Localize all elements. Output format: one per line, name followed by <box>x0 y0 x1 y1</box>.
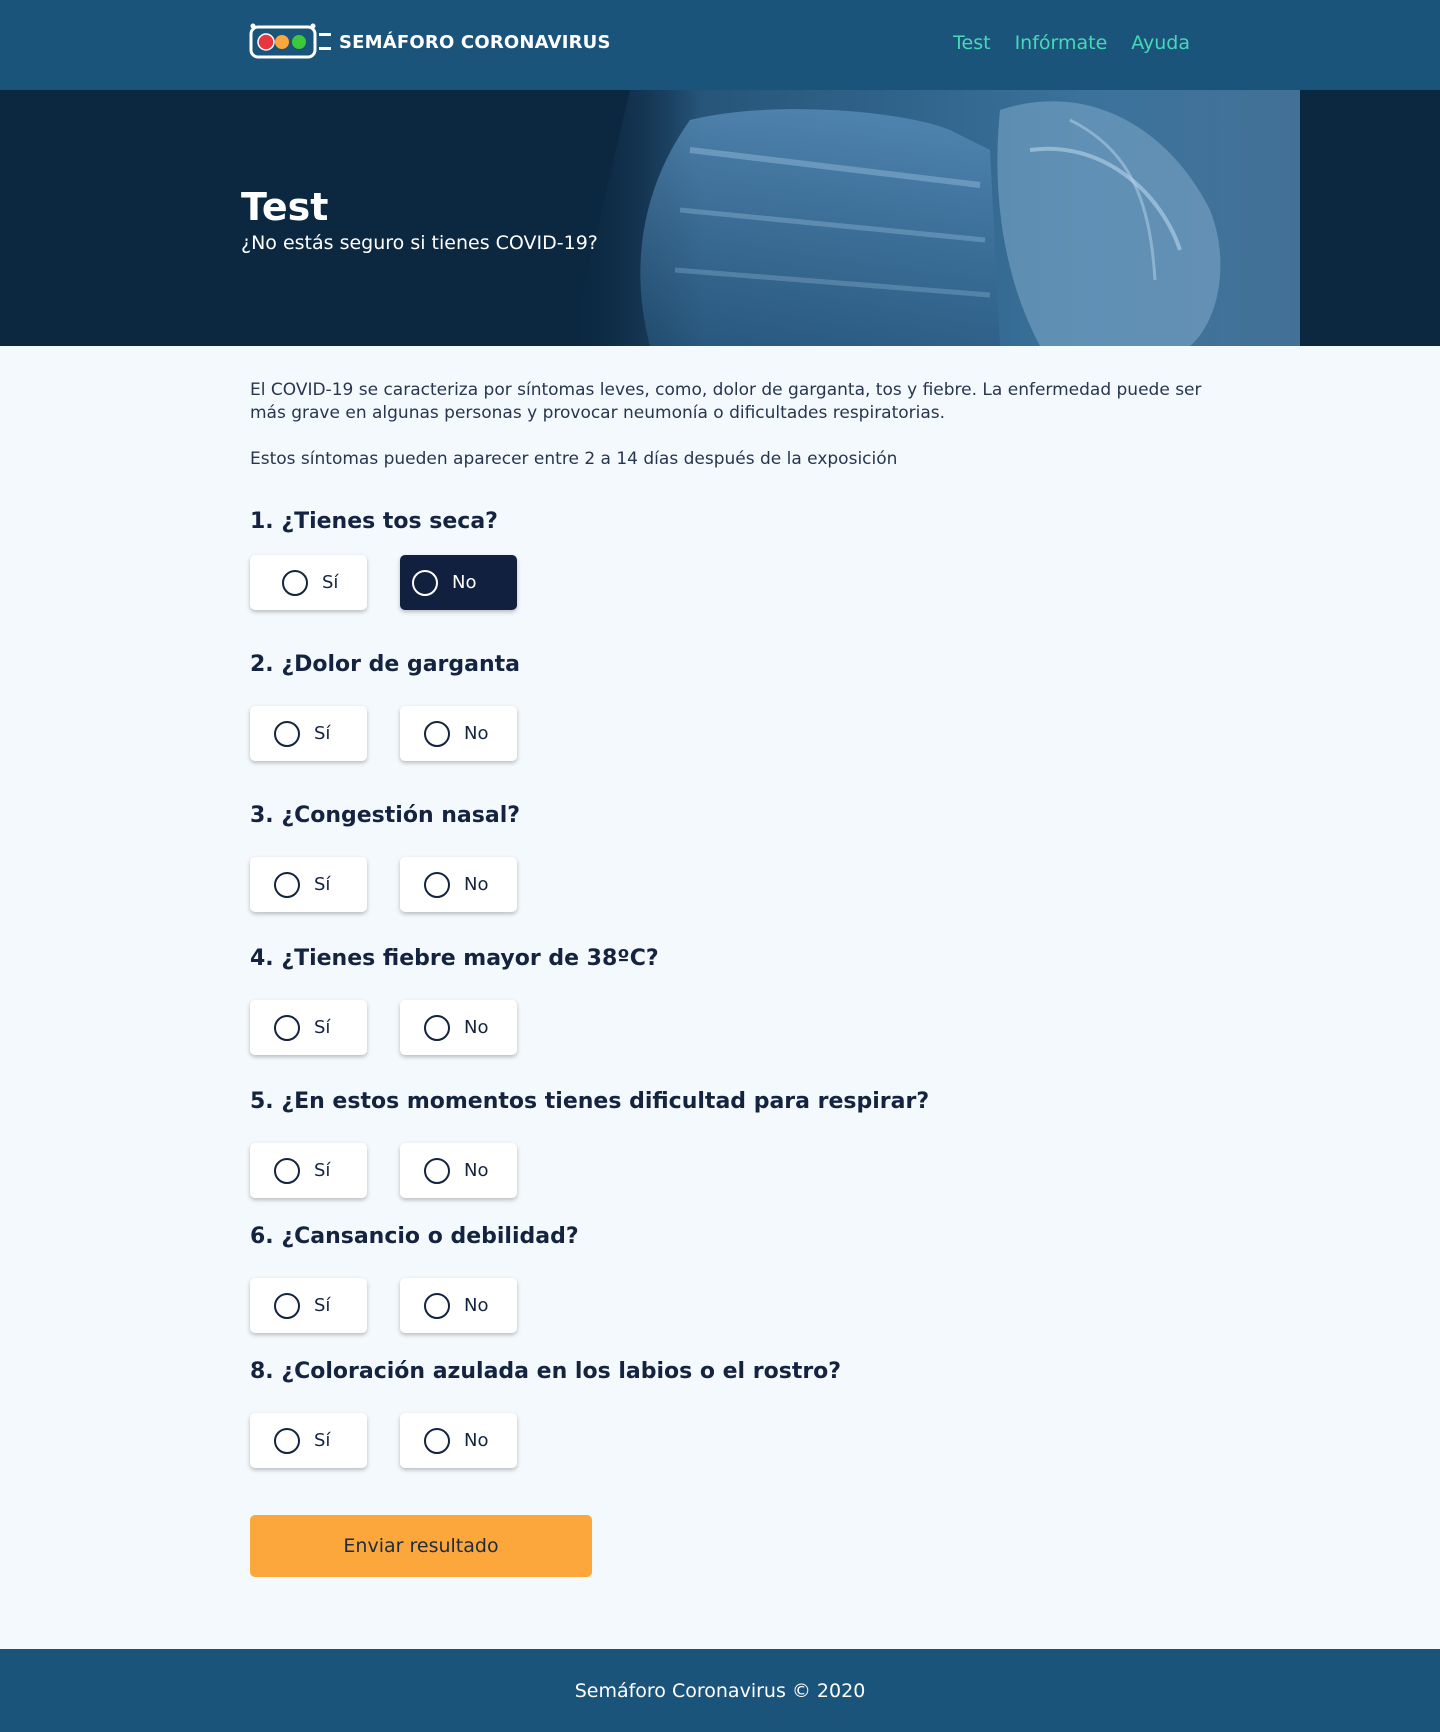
question-3-title: 3. ¿Congestión nasal? <box>250 803 521 828</box>
page-title: Test <box>241 185 329 229</box>
brand-logo-link[interactable]: SEMÁFORO CORONAVIRUS <box>249 23 611 60</box>
question-8-title: 8. ¿Coloración azulada en los labios o e… <box>250 1359 842 1384</box>
question-4-option-no[interactable]: No <box>400 1000 517 1055</box>
question-3-option-yes[interactable]: Sí <box>250 857 367 912</box>
question-4-title: 4. ¿Tienes fiebre mayor de 38ºC? <box>250 946 659 971</box>
question-1-option-no[interactable]: No <box>400 555 517 610</box>
question-2-title: 2. ¿Dolor de garganta <box>250 652 521 677</box>
intro-paragraph-2: Estos síntomas pueden aparecer entre 2 a… <box>250 449 898 469</box>
radio-circle-icon <box>274 1014 300 1041</box>
radio-circle-icon <box>274 1292 300 1319</box>
question-5-option-yes[interactable]: Sí <box>250 1143 367 1198</box>
question-2-option-no[interactable]: No <box>400 706 517 761</box>
intro-paragraph: El COVID-19 se caracteriza por síntomas … <box>250 380 1202 423</box>
question-2-option-yes[interactable]: Sí <box>250 706 367 761</box>
question-4-option-yes[interactable]: Sí <box>250 1000 367 1055</box>
option-label: Sí <box>314 874 331 895</box>
hero-banner: Test ¿No estás seguro si tienes COVID-19… <box>0 90 1440 346</box>
question-1-title: 1. ¿Tienes tos seca? <box>250 509 498 534</box>
option-label: Sí <box>314 1017 331 1038</box>
option-label: Sí <box>314 723 331 744</box>
question-8-option-yes[interactable]: Sí <box>250 1413 367 1468</box>
radio-circle-icon <box>412 569 438 596</box>
option-label: No <box>464 1017 489 1038</box>
radio-circle-icon <box>424 871 450 898</box>
option-label: No <box>464 1295 489 1316</box>
question-6-title: 6. ¿Cansancio o debilidad? <box>250 1224 579 1249</box>
option-label: No <box>464 1160 489 1181</box>
submit-results-button[interactable]: Enviar resultado <box>250 1515 592 1577</box>
main-nav: Test Infórmate Ayuda <box>953 32 1190 54</box>
hero-background-photo <box>570 90 1300 346</box>
traffic-light-icon <box>249 23 331 59</box>
radio-circle-icon <box>274 1427 300 1454</box>
option-label: Sí <box>322 572 339 593</box>
nav-link-ayuda[interactable]: Ayuda <box>1131 32 1190 54</box>
question-1-option-yes[interactable]: Sí <box>250 555 367 610</box>
footer: Semáforo Coronavirus © 2020 <box>0 1649 1440 1732</box>
radio-circle-icon <box>274 1157 300 1184</box>
radio-circle-icon <box>424 1292 450 1319</box>
question-5-option-no[interactable]: No <box>400 1143 517 1198</box>
radio-circle-icon <box>424 1014 450 1041</box>
radio-circle-icon <box>424 1427 450 1454</box>
question-6-option-no[interactable]: No <box>400 1278 517 1333</box>
option-label: No <box>464 874 489 895</box>
radio-circle-icon <box>274 871 300 898</box>
option-label: No <box>452 572 477 593</box>
top-navbar: SEMÁFORO CORONAVIRUS Test Infórmate Ayud… <box>0 0 1440 90</box>
radio-circle-icon <box>424 720 450 747</box>
option-label: Sí <box>314 1295 331 1316</box>
option-label: Sí <box>314 1430 331 1451</box>
radio-circle-icon <box>274 720 300 747</box>
question-6-option-yes[interactable]: Sí <box>250 1278 367 1333</box>
brand-name: SEMÁFORO CORONAVIRUS <box>339 31 611 53</box>
radio-circle-icon <box>424 1157 450 1184</box>
question-8-option-no[interactable]: No <box>400 1413 517 1468</box>
question-5-title: 5. ¿En estos momentos tienes dificultad … <box>250 1089 930 1114</box>
nav-link-informate[interactable]: Infórmate <box>1015 32 1108 54</box>
option-label: No <box>464 723 489 744</box>
radio-circle-icon <box>282 569 308 596</box>
option-label: No <box>464 1430 489 1451</box>
option-label: Sí <box>314 1160 331 1181</box>
nav-link-test[interactable]: Test <box>953 32 990 54</box>
page-subtitle: ¿No estás seguro si tienes COVID-19? <box>241 232 598 254</box>
question-3-option-no[interactable]: No <box>400 857 517 912</box>
footer-copyright: Semáforo Coronavirus © 2020 <box>574 1679 866 1702</box>
